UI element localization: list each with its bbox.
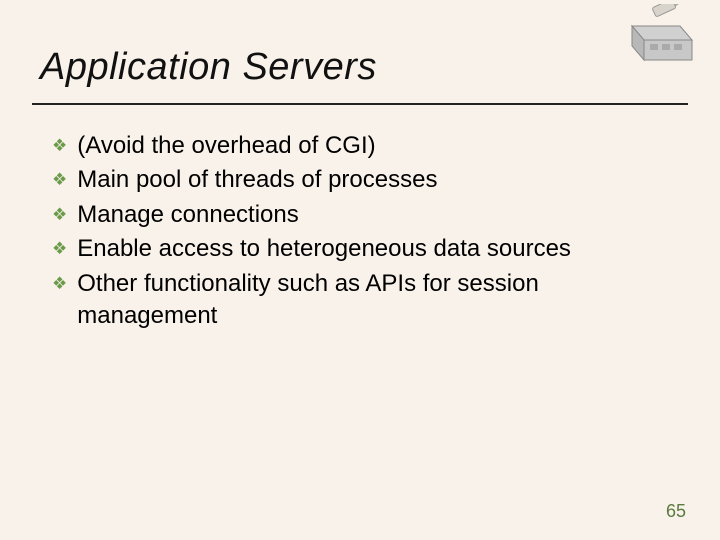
- diamond-bullet-icon: ❖: [52, 164, 67, 196]
- list-item: ❖ Manage connections: [52, 199, 662, 231]
- diamond-bullet-icon: ❖: [52, 233, 67, 265]
- list-item-text: Main pool of threads of processes: [77, 164, 662, 196]
- list-item-text: (Avoid the overhead of CGI): [77, 130, 662, 162]
- slide-title: Application Servers: [40, 46, 377, 89]
- decorative-server-icon: [614, 4, 702, 64]
- title-underline: [32, 103, 688, 105]
- list-item-text: Enable access to heterogeneous data sour…: [77, 233, 662, 265]
- diamond-bullet-icon: ❖: [52, 199, 67, 231]
- list-item: ❖ Main pool of threads of processes: [52, 164, 662, 196]
- diamond-bullet-icon: ❖: [52, 268, 67, 300]
- page-number: 65: [666, 501, 686, 522]
- list-item-text: Manage connections: [77, 199, 662, 231]
- list-item: ❖ Other functionality such as APIs for s…: [52, 268, 662, 333]
- diamond-bullet-icon: ❖: [52, 130, 67, 162]
- list-item-text: Other functionality such as APIs for ses…: [77, 268, 662, 333]
- slide: Application Servers ❖ (Avoid the overhea…: [0, 0, 720, 540]
- list-item: ❖ (Avoid the overhead of CGI): [52, 130, 662, 162]
- bullet-list: ❖ (Avoid the overhead of CGI) ❖ Main poo…: [52, 130, 662, 334]
- list-item: ❖ Enable access to heterogeneous data so…: [52, 233, 662, 265]
